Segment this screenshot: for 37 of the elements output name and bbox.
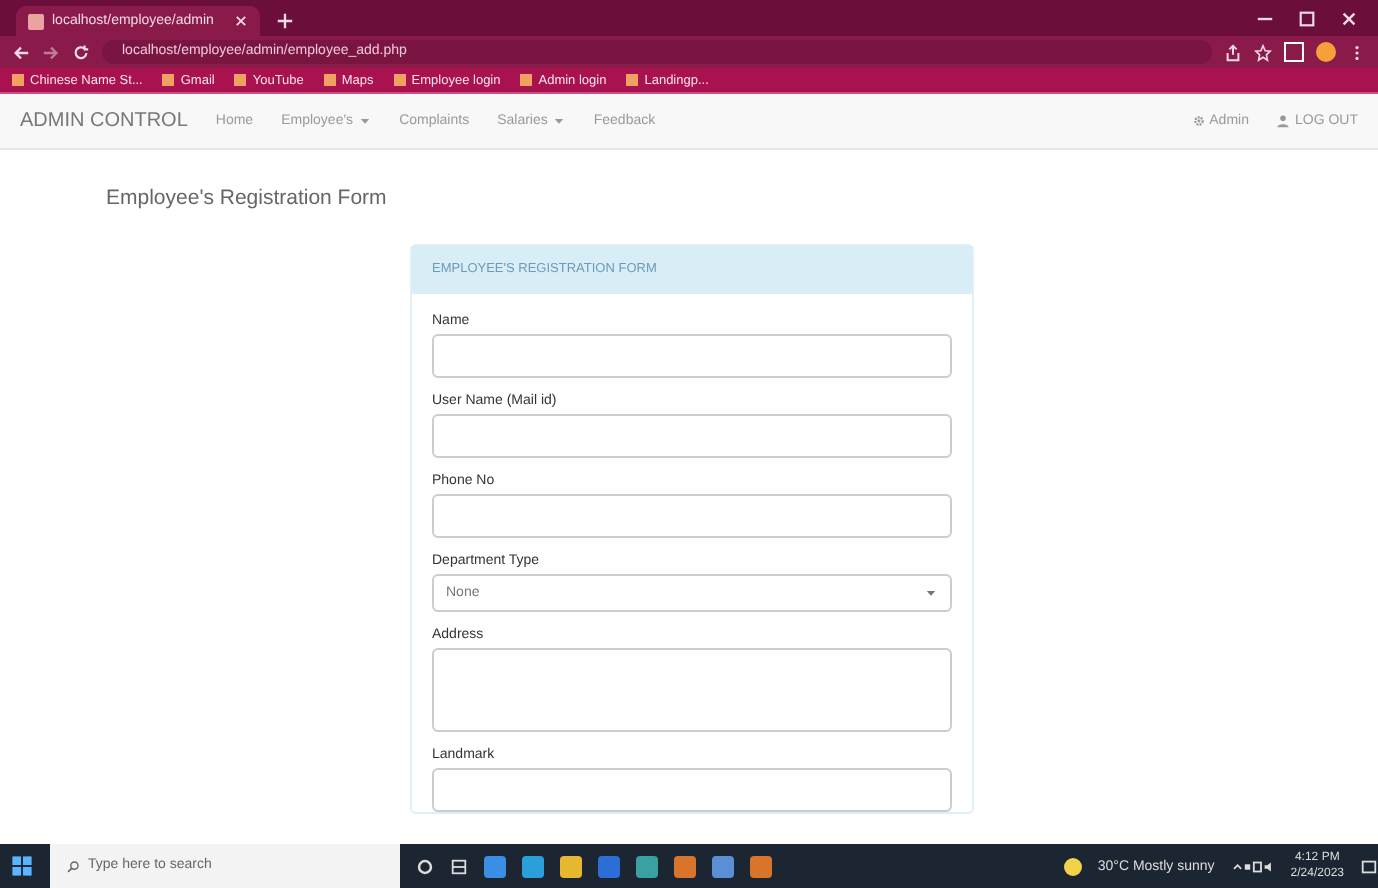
reload-icon[interactable] xyxy=(72,43,90,61)
back-arrow-icon[interactable] xyxy=(12,43,30,61)
caret-icon xyxy=(357,114,372,128)
profile-avatar[interactable] xyxy=(1316,42,1336,62)
maximize-icon[interactable] xyxy=(1298,9,1316,27)
input-field[interactable] xyxy=(432,414,952,458)
caret-icon xyxy=(551,114,566,128)
input-field[interactable] xyxy=(432,768,952,812)
app-icon[interactable] xyxy=(484,855,506,877)
widgets-icon[interactable] xyxy=(450,857,468,875)
page-icon xyxy=(28,13,44,29)
caret-icon xyxy=(924,586,938,600)
circle-icon[interactable] xyxy=(416,857,434,875)
input-field[interactable] xyxy=(432,334,952,378)
app-icon[interactable] xyxy=(560,855,582,877)
app-icon[interactable] xyxy=(522,855,544,877)
user-icon xyxy=(1276,114,1291,128)
windows-logo-icon[interactable] xyxy=(10,854,34,878)
notification-icon[interactable] xyxy=(1360,857,1378,875)
star-icon[interactable] xyxy=(1254,43,1272,61)
app-icon[interactable] xyxy=(636,855,658,877)
gear-icon xyxy=(1191,114,1206,128)
app-icon[interactable] xyxy=(712,855,734,877)
brand-link[interactable]: ADMIN CONTROL xyxy=(20,110,188,132)
plus-icon[interactable] xyxy=(276,12,294,30)
tray-icons[interactable] xyxy=(1230,857,1275,875)
app-icon[interactable] xyxy=(750,855,772,877)
close-icon[interactable] xyxy=(234,14,248,28)
share-icon[interactable] xyxy=(1224,43,1242,61)
page-title: Employee's Registration Form xyxy=(106,186,389,210)
sun-icon xyxy=(1063,857,1082,875)
search-icon xyxy=(66,859,80,873)
square-icon[interactable] xyxy=(1284,42,1304,62)
input-field[interactable] xyxy=(432,494,952,538)
app-icon[interactable] xyxy=(674,855,696,877)
forward-arrow-icon[interactable] xyxy=(42,43,60,61)
close-icon[interactable] xyxy=(1340,9,1358,27)
